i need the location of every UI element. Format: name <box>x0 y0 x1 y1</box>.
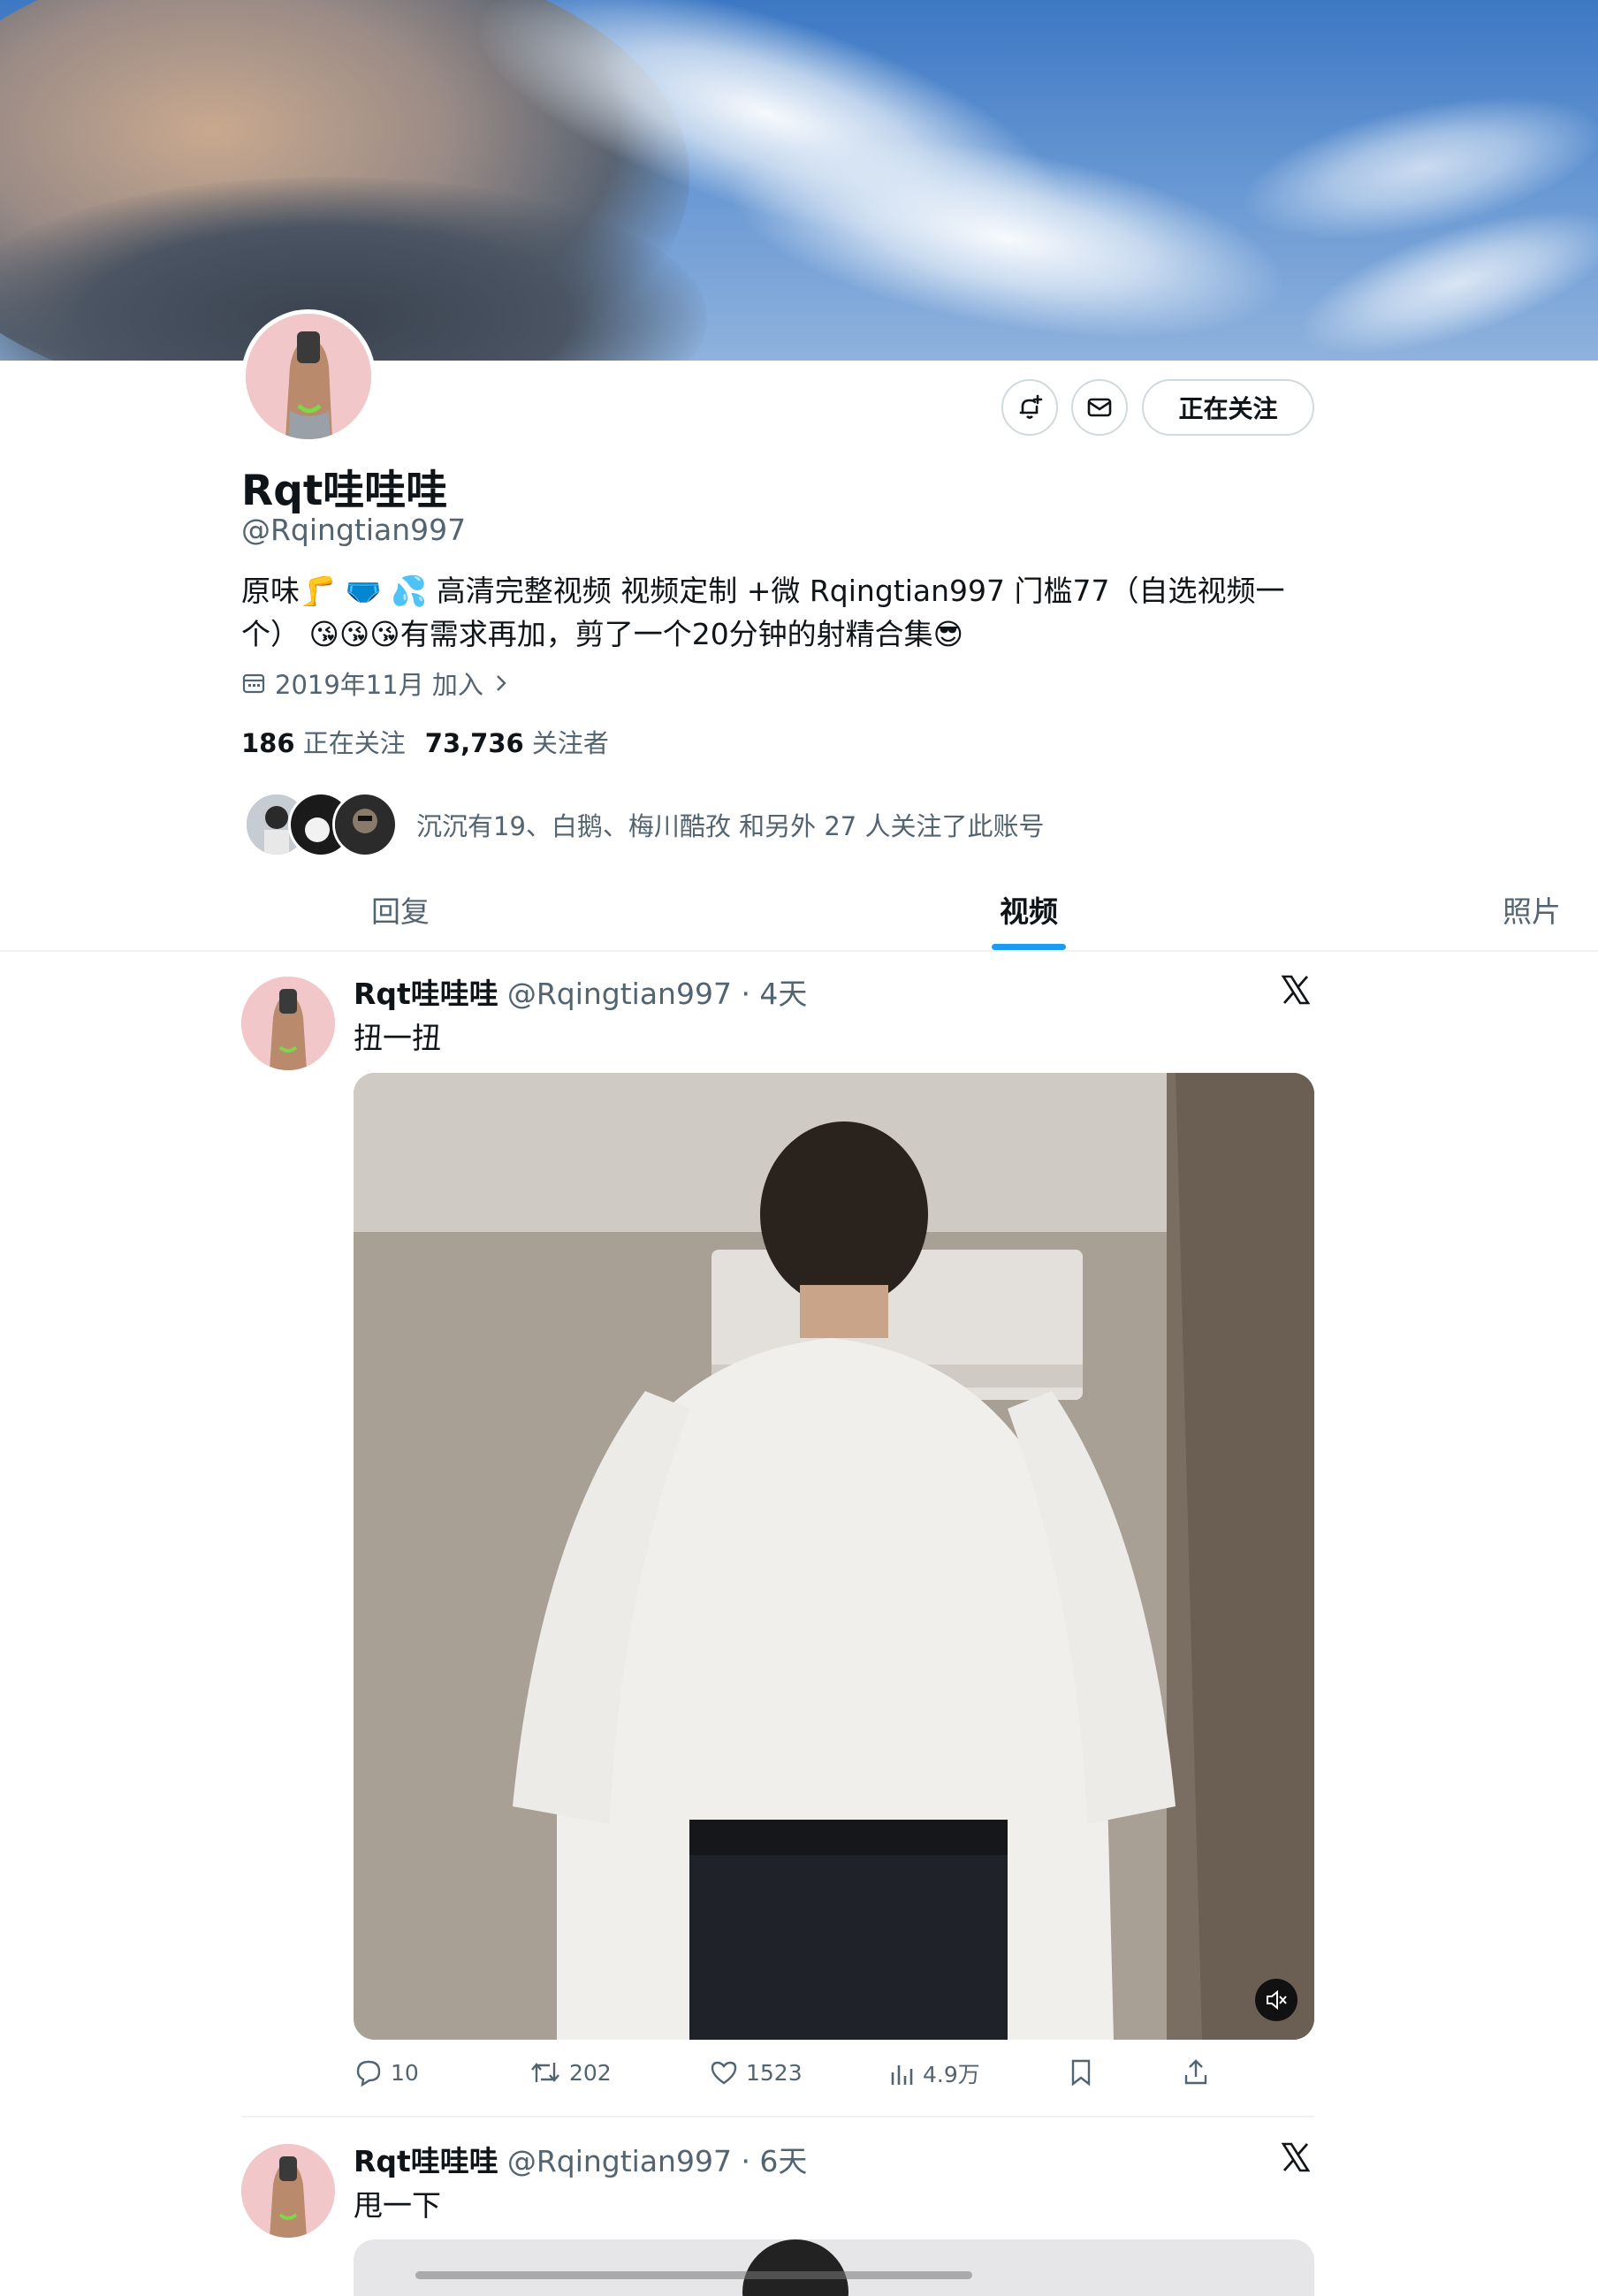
post-header: Rqt哇哇哇 @Rqingtian997 · 6天 <box>354 2138 807 2180</box>
reply-count: 10 <box>391 2059 419 2086</box>
x-logo-icon <box>1281 2142 1311 2172</box>
repost-count: 202 <box>569 2059 612 2086</box>
views-count: 4.9万 <box>923 2062 980 2087</box>
repost-action[interactable]: 202 <box>529 2057 612 2087</box>
post-meta[interactable]: @Rqingtian997 · 6天 <box>507 2138 808 2180</box>
views-action[interactable]: 4.9万 <box>889 2057 980 2089</box>
post-avatar[interactable] <box>241 977 335 1070</box>
following-button[interactable]: 正在关注 <box>1142 379 1314 436</box>
mute-toggle[interactable] <box>1255 1979 1297 2021</box>
followers-stat[interactable]: 73,736 关注者 <box>425 723 609 760</box>
reply-icon <box>356 2060 381 2087</box>
post-video[interactable] <box>354 2239 1314 2296</box>
tab-videos[interactable]: 视频 <box>1000 888 1058 931</box>
active-tab-indicator <box>992 944 1066 950</box>
like-count: 1523 <box>746 2059 803 2086</box>
profile-handle: @Rqingtian997 <box>241 513 467 547</box>
reply-action[interactable]: 10 <box>354 2057 419 2087</box>
analytics-icon <box>891 2065 913 2085</box>
post-meta[interactable]: @Rqingtian997 · 4天 <box>507 970 808 1013</box>
like-action[interactable]: 1523 <box>709 2057 803 2087</box>
tab-photos[interactable]: 照片 <box>1503 888 1561 931</box>
profile-bio: 原味🦵 🩲 💦 高清完整视频 视频定制 +微 Rqingtian997 门槛77… <box>241 574 1285 651</box>
envelope-icon <box>1087 398 1112 417</box>
notify-button[interactable] <box>1001 379 1058 436</box>
bell-plus-icon <box>1019 394 1043 419</box>
tabs-divider <box>0 950 1598 952</box>
avatar-photo <box>246 314 371 439</box>
speaker-muted-icon <box>1267 1989 1287 2011</box>
repost-icon <box>531 2063 559 2082</box>
x-logo-icon <box>1281 975 1311 1005</box>
profile-avatar[interactable] <box>241 309 376 444</box>
post-video[interactable] <box>354 1073 1314 2040</box>
following-stat[interactable]: 186 正在关注 <box>241 723 406 760</box>
home-indicator[interactable] <box>415 2271 972 2279</box>
post-author-name[interactable]: Rqt哇哇哇 <box>354 970 498 1013</box>
post-text: 扭一扭 <box>354 1021 441 1055</box>
bookmark-action[interactable] <box>1068 2057 1094 2087</box>
post-avatar[interactable] <box>241 2144 335 2238</box>
post-text: 甩一下 <box>354 2188 441 2223</box>
tab-replies[interactable]: 回复 <box>371 888 430 931</box>
profile-name: Rqt哇哇哇 <box>241 467 448 515</box>
profile-banner[interactable] <box>0 0 1598 361</box>
joined-date[interactable]: 2019年11月 加入 <box>241 665 510 702</box>
heart-icon <box>711 2061 737 2085</box>
share-icon <box>1184 2059 1207 2085</box>
joined-label: 2019年11月 加入 <box>275 670 483 700</box>
calendar-icon <box>242 673 265 694</box>
post-header: Rqt哇哇哇 @Rqingtian997 · 4天 <box>354 970 807 1013</box>
post-author-name[interactable]: Rqt哇哇哇 <box>354 2138 498 2180</box>
follow-stats: 186 正在关注 73,736 关注者 <box>241 723 609 760</box>
post-divider <box>241 2116 1314 2117</box>
followed-by-text[interactable]: 沉沉有19、白鹅、梅川酷孜 和另外 27 人关注了此账号 <box>416 806 1044 843</box>
video-frame <box>354 2239 1314 2296</box>
chevron-right-icon <box>497 675 506 691</box>
message-button[interactable] <box>1071 379 1128 436</box>
follower-avatar[interactable] <box>332 792 398 857</box>
share-action[interactable] <box>1182 2057 1210 2087</box>
bookmark-icon <box>1071 2059 1091 2087</box>
video-frame <box>354 1073 1314 2040</box>
